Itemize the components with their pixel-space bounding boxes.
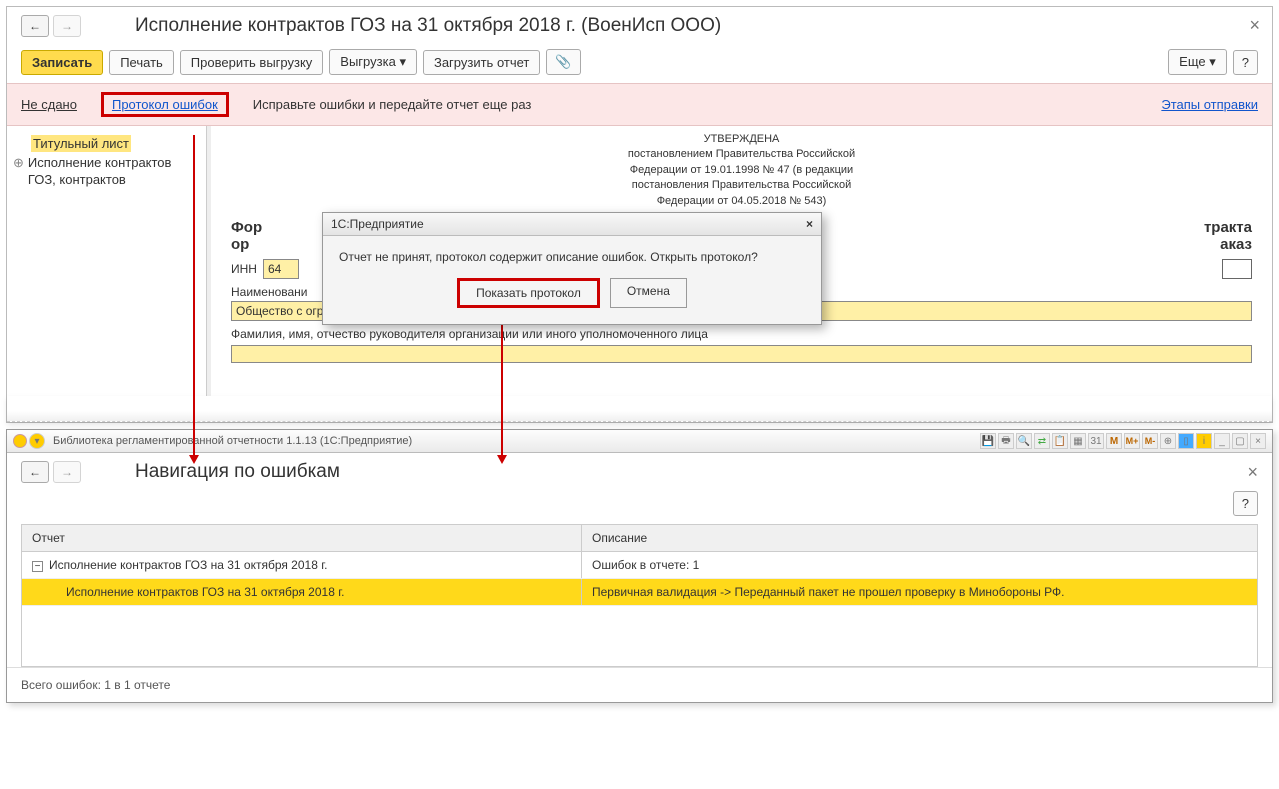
nav-fwd-button[interactable]: → [53,461,81,483]
dialog-close-icon[interactable]: × [806,217,813,231]
blank-box [1222,259,1252,279]
close-icon[interactable]: × [1247,462,1258,483]
zoom-icon[interactable]: ⊕ [1160,433,1176,449]
header: ← → Исполнение контрактов ГОЗ на 31 октя… [7,7,1272,45]
approved-block: УТВЕРЖДЕНА постановлением Правительства … [231,132,1252,209]
print-button[interactable]: Печать [109,50,174,75]
dialog-header: 1С:Предприятие × [323,213,821,236]
load-report-button[interactable]: Загрузить отчет [423,50,540,75]
paperclip-icon: 📎 [555,54,571,69]
errors-footer: Всего ошибок: 1 в 1 отчете [7,667,1272,702]
attach-button[interactable]: 📎 [546,49,580,75]
show-protocol-button[interactable]: Показать протокол [457,278,600,308]
cancel-button[interactable]: Отмена [610,278,687,308]
minimize-icon[interactable]: _ [1214,433,1230,449]
info-icon[interactable]: i [1196,433,1212,449]
nav-fwd-button[interactable]: → [53,15,81,37]
confirm-dialog: 1С:Предприятие × Отчет не принят, проток… [322,212,822,325]
nav-tree: Титульный лист ⊕ Исполнение контрактов Г… [7,126,207,396]
app-logo-icon [13,434,27,448]
inn-field[interactable]: 64 [263,259,299,279]
errors-window: ▾ Библиотека регламентированной отчетнос… [6,429,1273,703]
errors-title: Навигация по ошибкам [135,461,340,483]
hint-text: Исправьте ошибки и передайте отчет еще р… [253,97,532,112]
table-row[interactable]: Исполнение контрактов ГОЗ на 31 октября … [22,579,1257,606]
annotation-arrow [193,135,195,455]
status-link[interactable]: Не сдано [21,97,77,112]
toolbar: Записать Печать Проверить выгрузку Выгру… [7,45,1272,83]
dialog-title: 1С:Предприятие [331,217,424,231]
write-button[interactable]: Записать [21,50,103,75]
maximize-icon[interactable]: ▢ [1232,433,1248,449]
inn-label: ИНН [231,262,257,276]
chevron-down-icon: ▾ [399,54,406,69]
col-report: Отчет [22,525,582,551]
status-bar: Не сдано Протокол ошибок Исправьте ошибк… [7,83,1272,126]
close-window-icon[interactable]: × [1250,433,1266,449]
more-dropdown[interactable]: Еще ▾ [1168,49,1227,75]
preview-icon[interactable]: 🔍 [1016,433,1032,449]
tree-item-exec[interactable]: ⊕ Исполнение контрактов ГОЗ, контрактов [13,155,200,189]
name-label: Наименовани [231,285,308,299]
dialog-body: Отчет не принят, протокол содержит описа… [323,236,821,324]
torn-edge [7,396,1272,422]
print-icon[interactable]: 🖶 [998,433,1014,449]
save-icon[interactable]: 💾 [980,433,996,449]
calc-mminus-button[interactable]: M- [1142,433,1158,449]
compare-icon[interactable]: ⇄ [1034,433,1050,449]
window-titlebar: ▾ Библиотека регламентированной отчетнос… [7,430,1272,453]
calc-mplus-button[interactable]: M+ [1124,433,1140,449]
grid-icon[interactable]: ▦ [1070,433,1086,449]
calendar-icon[interactable]: 31 [1088,433,1104,449]
titlebar-icons: 💾 🖶 🔍 ⇄ 📋 ▦ 31 M M+ M- ⊕ ▯ i _ ▢ × [980,433,1266,449]
col-desc: Описание [582,525,1257,551]
nav-back-button[interactable]: ← [21,15,49,37]
panes-icon[interactable]: ▯ [1178,433,1194,449]
dialog-text: Отчет не принят, протокол содержит описа… [339,250,805,264]
tree-item-title-page[interactable]: Титульный лист [13,136,200,151]
check-upload-button[interactable]: Проверить выгрузку [180,50,324,75]
collapse-icon[interactable]: − [32,561,43,572]
table-row[interactable]: −Исполнение контрактов ГОЗ на 31 октября… [22,552,1257,579]
calc-m-button[interactable]: M [1106,433,1122,449]
protocol-link-highlight: Протокол ошибок [101,92,229,117]
send-stages-link[interactable]: Этапы отправки [1161,97,1258,112]
fio-label: Фамилия, имя, отчество руководителя орга… [231,327,1252,341]
copy-icon[interactable]: 📋 [1052,433,1068,449]
fio-field[interactable] [231,345,1252,363]
annotation-arrow [501,325,503,455]
window-title: Библиотека регламентированной отчетности… [53,435,412,447]
page-title: Исполнение контрактов ГОЗ на 31 октября … [135,15,721,37]
help-button[interactable]: ? [1233,50,1258,75]
errors-table: Отчет Описание −Исполнение контрактов ГО… [21,524,1258,667]
help-button[interactable]: ? [1233,491,1258,516]
nav-back-button[interactable]: ← [21,461,49,483]
table-empty-area [22,606,1257,666]
table-header: Отчет Описание [22,525,1257,552]
close-icon[interactable]: × [1249,15,1260,36]
dropdown-icon[interactable]: ▾ [29,433,45,449]
protocol-errors-link[interactable]: Протокол ошибок [112,97,218,112]
upload-dropdown[interactable]: Выгрузка ▾ [329,49,417,75]
chevron-down-icon: ▾ [1209,54,1216,69]
expand-icon[interactable]: ⊕ [13,155,24,171]
